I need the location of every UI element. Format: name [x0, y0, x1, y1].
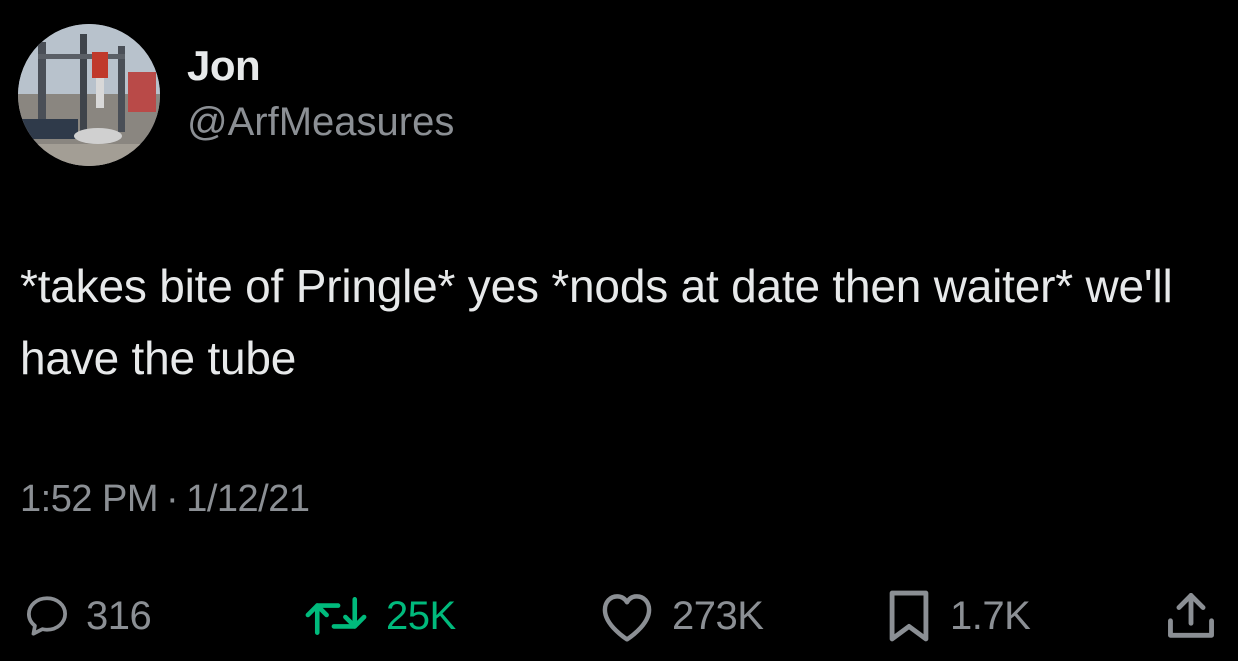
- reply-button[interactable]: 316: [22, 588, 152, 644]
- retweet-icon: [305, 597, 367, 635]
- retweet-button[interactable]: 25K: [300, 588, 456, 644]
- share-icon: [1168, 593, 1214, 638]
- author-display-name[interactable]: Jon: [187, 42, 261, 90]
- bookmark-icon: [889, 590, 929, 642]
- bookmark-button[interactable]: 1.7K: [882, 588, 1031, 644]
- reply-icon: [27, 596, 67, 636]
- avatar-photo: [18, 24, 160, 166]
- tweet-text: *takes bite of Pringle* yes *nods at dat…: [20, 260, 1173, 384]
- share-button[interactable]: [1162, 588, 1234, 644]
- retweet-count: 25K: [386, 593, 456, 638]
- bookmark-count: 1.7K: [950, 593, 1031, 638]
- reply-count: 316: [86, 593, 152, 638]
- heart-icon: [602, 594, 652, 642]
- tweet-timestamp[interactable]: 1:52 PM · 1/12/21: [20, 478, 310, 521]
- timestamp-separator: ·: [166, 478, 179, 520]
- tweet-time: 1:52 PM: [20, 478, 159, 520]
- author-handle[interactable]: @ArfMeasures: [187, 100, 454, 145]
- avatar[interactable]: [18, 24, 160, 166]
- like-button[interactable]: 273K: [596, 588, 764, 644]
- like-count: 273K: [672, 593, 764, 638]
- tweet-date: 1/12/21: [186, 478, 310, 520]
